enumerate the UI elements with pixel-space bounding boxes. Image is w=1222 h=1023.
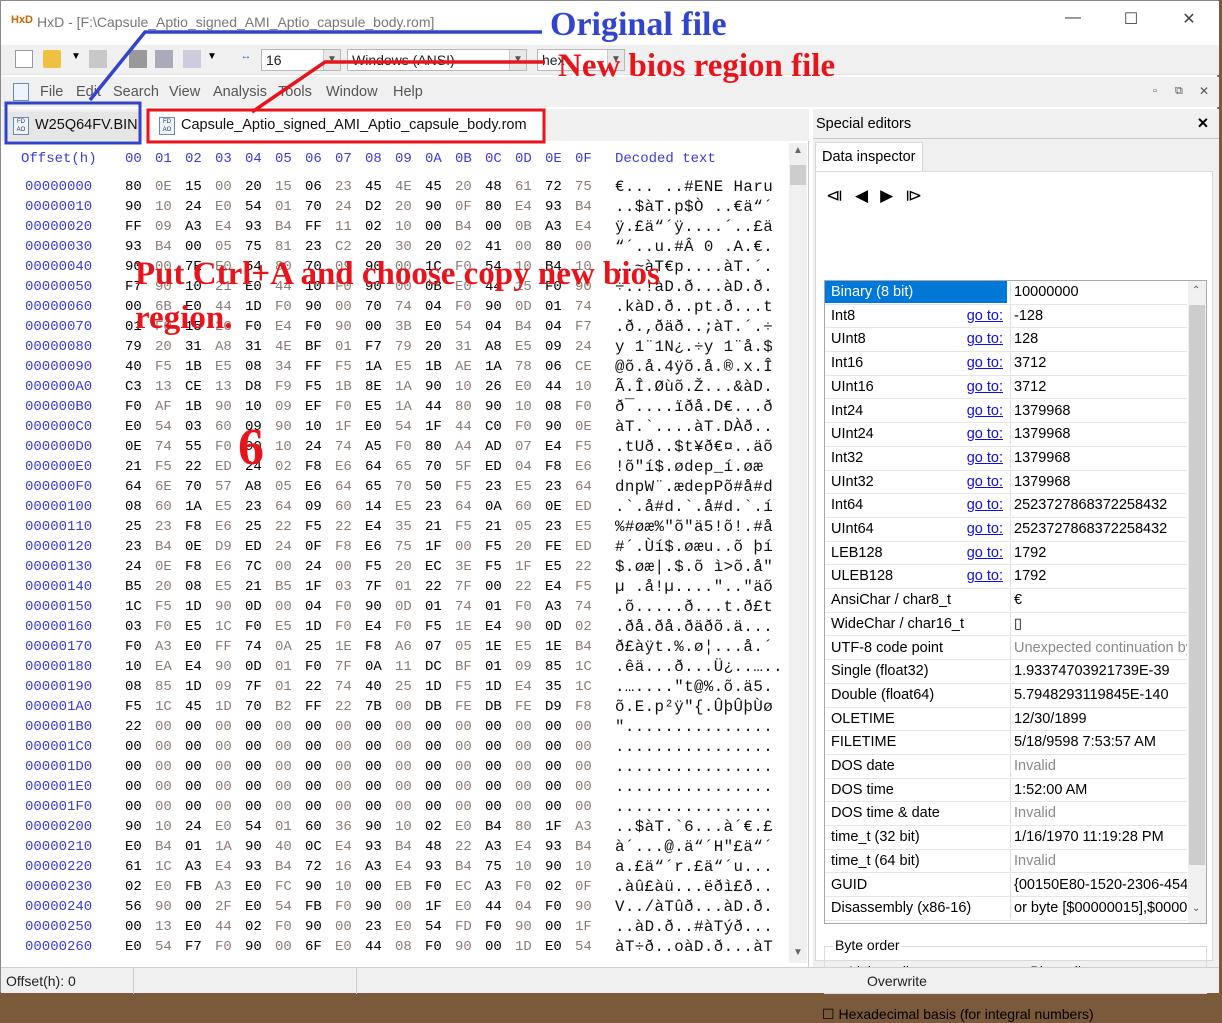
hex-basis-checkbox[interactable]: ☐ Hexadecimal basis (for integral number… (822, 1006, 1094, 1023)
annotation-instruction: Put Ctrl+A and choose copy new bios regi… (135, 256, 660, 336)
original-file-box (4, 101, 142, 145)
hex-basis-label: Hexadecimal basis (for integral numbers) (838, 1006, 1094, 1022)
blue-pointer-line (88, 30, 542, 102)
annotation-new-region: New bios region file (558, 48, 836, 84)
annotation-lines (4, 30, 546, 145)
red-pointer-line (251, 60, 545, 114)
annotation-original-file: Original file (550, 6, 727, 43)
annotation-step-number: 6 (238, 419, 264, 476)
new-region-box (146, 108, 546, 144)
